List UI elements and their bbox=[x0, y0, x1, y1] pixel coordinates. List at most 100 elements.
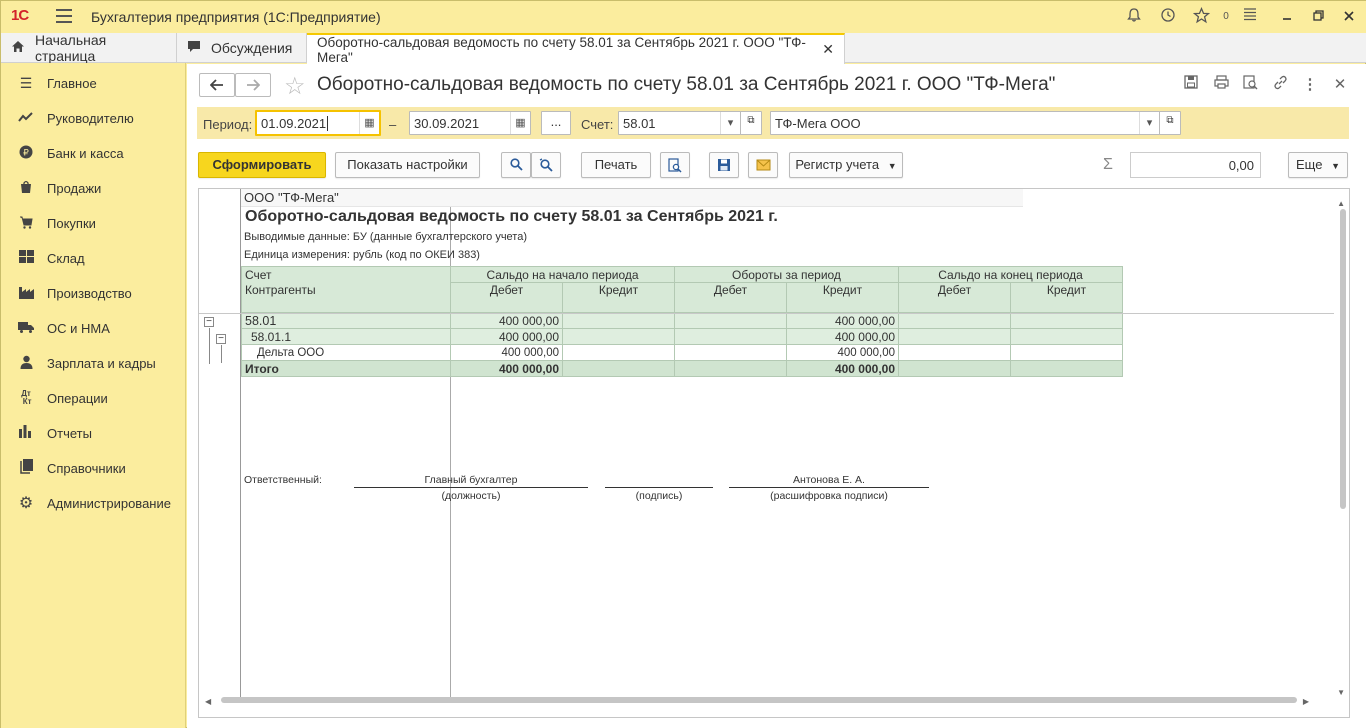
account-field[interactable]: 58.01 ▾ bbox=[618, 111, 741, 135]
forward-button[interactable] bbox=[235, 73, 271, 97]
close-window-icon[interactable] bbox=[1339, 7, 1359, 27]
cell bbox=[1010, 344, 1123, 361]
sidebar-item-purchases[interactable]: Покупки bbox=[1, 209, 186, 237]
open-account-icon[interactable]: ⧉ bbox=[740, 111, 762, 135]
sidebar-item-operations[interactable]: Дт Кт Операции bbox=[1, 384, 186, 412]
sidebar-item-sales[interactable]: Продажи bbox=[1, 174, 186, 202]
sidebar-item-reports[interactable]: Отчеты bbox=[1, 419, 186, 447]
period-dash: – bbox=[389, 117, 397, 132]
col-credit: Кредит bbox=[1010, 282, 1123, 313]
email-icon[interactable] bbox=[748, 152, 778, 178]
cell bbox=[562, 360, 675, 377]
favorites-star-icon[interactable] bbox=[1191, 6, 1211, 27]
close-form-icon[interactable]: ✕ bbox=[1330, 75, 1350, 93]
vertical-scrollbar[interactable] bbox=[1340, 209, 1346, 509]
table-row[interactable]: 58.01 400 000,00 400 000,00 bbox=[241, 312, 1123, 329]
table-row[interactable]: 58.01.1 400 000,00 400 000,00 bbox=[241, 328, 1123, 345]
tab-report[interactable]: Оборотно-сальдовая ведомость по счету 58… bbox=[307, 33, 845, 65]
date-from-value: 01.09.2021 bbox=[261, 116, 327, 131]
more-dropdown[interactable]: Еще ▼ bbox=[1288, 152, 1348, 178]
print-icon[interactable] bbox=[1211, 75, 1231, 93]
show-settings-button[interactable]: Показать настройки bbox=[335, 152, 480, 178]
report-title: Оборотно-сальдовая ведомость по счету 58… bbox=[245, 208, 778, 225]
cell: 400 000,00 bbox=[450, 312, 563, 329]
date-from-field[interactable]: 01.09.2021 ▦ bbox=[255, 110, 381, 136]
sidebar-item-label: Склад bbox=[47, 250, 85, 266]
main-menu-icon[interactable] bbox=[56, 9, 72, 23]
search-next-icon[interactable] bbox=[531, 152, 561, 178]
generate-button[interactable]: Сформировать bbox=[198, 152, 326, 178]
horizontal-scrollbar[interactable] bbox=[221, 697, 1297, 703]
cell: 400 000,00 bbox=[450, 360, 563, 377]
panel-settings-icon[interactable] bbox=[1240, 7, 1260, 27]
cell bbox=[1010, 312, 1123, 329]
cell bbox=[674, 328, 787, 345]
cart-icon bbox=[17, 215, 35, 232]
sidebar-item-warehouse[interactable]: Склад bbox=[1, 244, 186, 272]
name-caption: (расшифровка подписи) bbox=[770, 490, 888, 502]
restore-icon[interactable] bbox=[1308, 7, 1328, 27]
chevron-down-icon[interactable]: ▾ bbox=[720, 112, 740, 134]
table-row[interactable]: Дельта ООО 400 000,00 400 000,00 bbox=[241, 344, 1123, 361]
chevron-down-icon: ▼ bbox=[1331, 161, 1340, 171]
home-icon bbox=[11, 40, 25, 56]
cell: 400 000,00 bbox=[786, 344, 899, 361]
calendar-icon[interactable]: ▦ bbox=[359, 112, 379, 134]
total-row[interactable]: Итого 400 000,00 400 000,00 bbox=[241, 360, 1123, 377]
organization-value: ТФ-Мега ООО bbox=[775, 116, 861, 131]
cell bbox=[674, 344, 787, 361]
report-org: ООО "ТФ-Мега" bbox=[244, 190, 339, 205]
sidebar-item-label: Главное bbox=[47, 75, 97, 91]
menu-icon: ☰ bbox=[19, 74, 33, 91]
row-name: Итого bbox=[241, 360, 451, 377]
sidebar-item-admin[interactable]: ⚙ Администрирование bbox=[1, 489, 186, 517]
sidebar-item-bank[interactable]: ₽ Банк и касса bbox=[1, 139, 186, 167]
sidebar-item-assets[interactable]: ОС и НМА bbox=[1, 314, 186, 342]
sidebar-item-directories[interactable]: Справочники bbox=[1, 454, 186, 482]
scroll-up-icon[interactable]: ▲ bbox=[1337, 199, 1345, 208]
organization-field[interactable]: ТФ-Мега ООО ▾ bbox=[770, 111, 1160, 135]
sidebar-item-label: Операции bbox=[47, 390, 108, 406]
account-value: 58.01 bbox=[623, 116, 656, 131]
sidebar-item-main[interactable]: ☰ Главное bbox=[1, 69, 186, 97]
scroll-down-icon[interactable]: ▼ bbox=[1337, 688, 1345, 697]
open-organization-icon[interactable]: ⧉ bbox=[1159, 111, 1181, 135]
print-button[interactable]: Печать bbox=[581, 152, 651, 178]
scroll-right-icon[interactable]: ▶ bbox=[1303, 697, 1309, 706]
back-button[interactable] bbox=[199, 73, 235, 97]
period-select-button[interactable]: ... bbox=[541, 111, 571, 135]
bell-icon[interactable] bbox=[1124, 7, 1144, 27]
sidebar-item-salary[interactable]: Зарплата и кадры bbox=[1, 349, 186, 377]
collapse-group-icon[interactable]: − bbox=[216, 334, 226, 344]
preview-button-icon[interactable] bbox=[660, 152, 690, 178]
link-icon[interactable] bbox=[1270, 75, 1290, 94]
preview-icon[interactable] bbox=[1240, 75, 1260, 94]
sum-field[interactable]: 0,00 bbox=[1130, 152, 1261, 178]
save-file-icon[interactable] bbox=[709, 152, 739, 178]
sidebar-item-label: Производство bbox=[47, 285, 132, 301]
sidebar-item-label: Покупки bbox=[47, 215, 96, 231]
row-name: 58.01 bbox=[241, 312, 451, 329]
minimize-icon[interactable] bbox=[1277, 7, 1297, 27]
col-debit: Дебет bbox=[898, 282, 1011, 313]
chevron-down-icon[interactable]: ▾ bbox=[1139, 112, 1159, 134]
history-icon[interactable] bbox=[1158, 7, 1178, 27]
report-area: ООО "ТФ-Мега" Оборотно-сальдовая ведомос… bbox=[198, 188, 1350, 718]
collapse-group-icon[interactable]: − bbox=[204, 317, 214, 327]
date-to-field[interactable]: 30.09.2021 ▦ bbox=[409, 111, 531, 135]
favorite-star-icon[interactable]: ☆ bbox=[284, 72, 306, 101]
tab-discussions[interactable]: Обсуждения bbox=[177, 33, 307, 63]
tab-home[interactable]: Начальная страница bbox=[1, 32, 177, 64]
more-vertical-icon[interactable]: ⋮ bbox=[1300, 75, 1320, 93]
scroll-left-icon[interactable]: ◀ bbox=[205, 697, 211, 706]
chevron-down-icon: ▼ bbox=[887, 161, 897, 171]
close-tab-icon[interactable]: ✕ bbox=[822, 41, 834, 58]
sidebar-item-manager[interactable]: Руководителю bbox=[1, 104, 186, 132]
calendar-icon[interactable]: ▦ bbox=[510, 112, 530, 134]
search-icon[interactable] bbox=[501, 152, 531, 178]
col-credit: Кредит bbox=[786, 282, 899, 313]
sidebar-item-production[interactable]: Производство bbox=[1, 279, 186, 307]
save-icon[interactable] bbox=[1181, 75, 1201, 93]
register-dropdown[interactable]: Регистр учета ▼ bbox=[789, 152, 903, 178]
factory-icon bbox=[17, 285, 35, 302]
